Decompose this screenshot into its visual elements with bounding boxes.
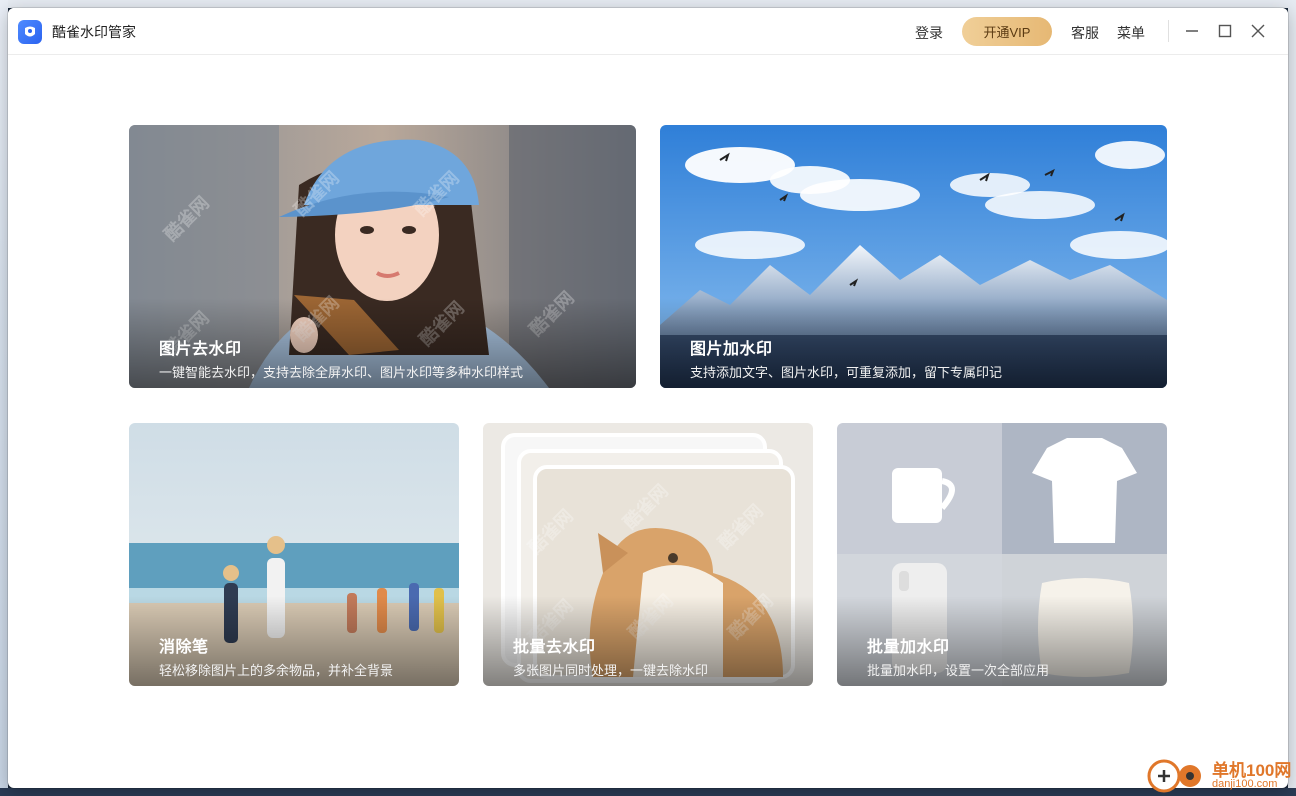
titlebar-divider bbox=[1168, 20, 1169, 42]
card-description: 多张图片同时处理，一键去除水印 bbox=[513, 663, 709, 678]
title-bar: 酷雀水印管家 登录 开通VIP 客服 菜单 bbox=[8, 8, 1288, 55]
site-logo-icon bbox=[1147, 759, 1201, 793]
site-watermark-badge: 单机100网 danji100.com bbox=[1146, 750, 1296, 796]
card-title: 批量加水印 bbox=[867, 639, 950, 656]
card-description: 批量加水印，设置一次全部应用 bbox=[867, 663, 1050, 678]
card-description: 一键智能去水印，支持去除全屏水印、图片水印等多种水印样式 bbox=[159, 365, 524, 380]
feature-card-remove-watermark[interactable]: 酷雀网 酷雀网 酷雀网 酷雀网 酷雀网 酷雀网 酷雀网 图片去水印 一键智能去水… bbox=[129, 125, 636, 388]
vip-button[interactable]: 开通VIP bbox=[962, 17, 1052, 46]
maximize-icon[interactable] bbox=[1214, 20, 1236, 42]
card-title: 批量去水印 bbox=[513, 639, 596, 656]
site-url: danji100.com bbox=[1212, 778, 1278, 790]
card-title: 图片加水印 bbox=[690, 341, 773, 358]
customer-service-link[interactable]: 客服 bbox=[1071, 23, 1099, 43]
menu-link[interactable]: 菜单 bbox=[1117, 23, 1145, 43]
feature-card-batch-add-watermark[interactable]: 批量加水印 批量加水印，设置一次全部应用 bbox=[837, 423, 1167, 686]
desktop-background-right bbox=[1288, 0, 1296, 796]
feature-card-add-watermark[interactable]: 图片加水印 支持添加文字、图片水印，可重复添加，留下专属印记 bbox=[660, 125, 1167, 388]
card-description: 轻松移除图片上的多余物品，并补全背景 bbox=[159, 663, 394, 678]
desktop-background bbox=[0, 0, 1296, 8]
app-logo-icon bbox=[18, 20, 42, 44]
app-window: 酷雀水印管家 登录 开通VIP 客服 菜单 酷雀网 酷雀网 酷雀网 图片去水印 … bbox=[8, 8, 1288, 788]
taskbar bbox=[0, 788, 1296, 796]
card-title: 图片去水印 bbox=[159, 341, 242, 358]
card-description: 支持添加文字、图片水印，可重复添加，留下专属印记 bbox=[690, 365, 1003, 380]
card-title: 消除笔 bbox=[159, 639, 209, 656]
login-link[interactable]: 登录 bbox=[915, 23, 943, 43]
desktop-background-left bbox=[0, 0, 8, 796]
close-icon[interactable] bbox=[1247, 20, 1269, 42]
feature-card-batch-remove-watermark[interactable]: 酷雀网 酷雀网 酷雀网 酷雀网 酷雀网 酷雀网 批量去水印 多张图片同时处理，一… bbox=[483, 423, 813, 686]
app-title: 酷雀水印管家 bbox=[52, 24, 136, 40]
feature-card-eraser[interactable]: 消除笔 轻松移除图片上的多余物品，并补全背景 bbox=[129, 423, 459, 686]
minimize-icon[interactable] bbox=[1181, 20, 1203, 42]
